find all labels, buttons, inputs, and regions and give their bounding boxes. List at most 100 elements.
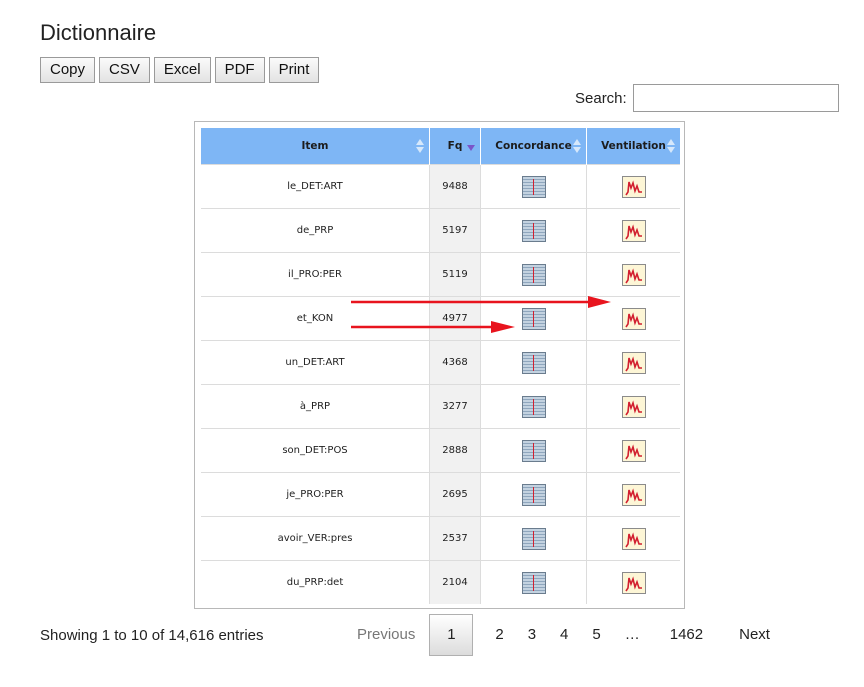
sort-icon (416, 138, 424, 154)
ventilation-cell (586, 296, 680, 341)
ventilation-icon[interactable] (621, 571, 646, 594)
ventilation-icon[interactable] (621, 219, 646, 242)
item-label: il_PRO:PER (288, 269, 342, 280)
next-page-button[interactable]: Next (715, 615, 770, 655)
fq-cell: 4368 (429, 340, 481, 385)
table-row: et_KON 4977 (201, 296, 680, 341)
fq-cell: 3277 (429, 384, 481, 429)
column-header-label: Ventilation (601, 140, 666, 152)
pagination-ellipsis: … (624, 626, 640, 643)
concordance-cell (480, 252, 587, 297)
excel-button[interactable]: Excel (153, 57, 211, 83)
copy-button[interactable]: Copy (40, 57, 96, 83)
concordance-icon[interactable] (521, 219, 546, 242)
ventilation-icon[interactable] (621, 439, 646, 462)
concordance-icon[interactable] (521, 439, 546, 462)
concordance-icon[interactable] (521, 263, 546, 286)
table-row: je_PRO:PER 2695 (201, 472, 680, 517)
fq-value: 5119 (442, 269, 468, 280)
fq-value: 5197 (442, 225, 468, 236)
page-button-last[interactable]: 1462 (658, 615, 715, 655)
ventilation-cell (586, 340, 680, 385)
item-cell: de_PRP (201, 208, 430, 253)
item-label: le_DET:ART (287, 181, 343, 192)
item-cell: je_PRO:PER (201, 472, 430, 517)
fq-value: 2888 (442, 445, 468, 456)
concordance-icon[interactable] (521, 483, 546, 506)
concordance-icon[interactable] (521, 571, 546, 594)
item-cell: un_DET:ART (201, 340, 430, 385)
concordance-icon[interactable] (521, 527, 546, 550)
ventilation-icon[interactable] (621, 527, 646, 550)
header-row: Item Fq Concordance Ventilation (201, 128, 680, 165)
column-header-item[interactable]: Item (201, 128, 430, 165)
ventilation-icon[interactable] (621, 175, 646, 198)
concordance-cell (480, 472, 587, 517)
ventilation-icon[interactable] (621, 263, 646, 286)
concordance-cell (480, 516, 587, 561)
concordance-icon[interactable] (521, 351, 546, 374)
print-button[interactable]: Print (268, 57, 320, 83)
concordance-cell (480, 340, 587, 385)
ventilation-icon[interactable] (621, 351, 646, 374)
fq-value: 4977 (442, 313, 468, 324)
item-cell: du_PRP:det (201, 560, 430, 604)
table-row: du_PRP:det 2104 (201, 560, 680, 604)
page-button-2[interactable]: 2 (483, 615, 515, 655)
fq-value: 2104 (442, 577, 468, 588)
fq-value: 2537 (442, 533, 468, 544)
csv-button[interactable]: CSV (99, 57, 150, 83)
pdf-button[interactable]: PDF (214, 57, 265, 83)
column-header-label: Fq (447, 140, 463, 152)
item-label: du_PRP:det (286, 577, 344, 588)
ventilation-cell (586, 208, 680, 253)
fq-cell: 9488 (429, 164, 481, 209)
column-header-ventilation[interactable]: Ventilation (586, 128, 680, 165)
ventilation-icon[interactable] (621, 307, 646, 330)
item-label: à_PRP (299, 401, 331, 412)
ventilation-cell (586, 428, 680, 473)
ventilation-cell (586, 252, 680, 297)
fq-cell: 2695 (429, 472, 481, 517)
column-header-concordance[interactable]: Concordance (480, 128, 587, 165)
concordance-icon[interactable] (521, 395, 546, 418)
concordance-cell (480, 208, 587, 253)
column-header-fq[interactable]: Fq (429, 128, 481, 165)
ventilation-cell (586, 560, 680, 604)
concordance-icon[interactable] (521, 175, 546, 198)
item-label: avoir_VER:pres (277, 533, 353, 544)
table-row: un_DET:ART 4368 (201, 340, 680, 385)
fq-value: 4368 (442, 357, 468, 368)
concordance-cell (480, 428, 587, 473)
page-button-3[interactable]: 3 (516, 615, 548, 655)
ventilation-cell (586, 472, 680, 517)
page-button-4[interactable]: 4 (548, 615, 580, 655)
sort-desc-icon (467, 138, 475, 154)
ventilation-cell (586, 384, 680, 429)
fq-value: 3277 (442, 401, 468, 412)
item-label: et_KON (296, 313, 334, 324)
table-container: Item Fq Concordance Ventilation le_DET:A… (194, 121, 685, 609)
export-toolbar: Copy CSV Excel PDF Print (40, 57, 320, 83)
concordance-cell (480, 164, 587, 209)
ventilation-icon[interactable] (621, 395, 646, 418)
dictionary-table: Item Fq Concordance Ventilation le_DET:A… (201, 128, 680, 604)
fq-cell: 2104 (429, 560, 481, 604)
concordance-icon[interactable] (521, 307, 546, 330)
fq-cell: 2537 (429, 516, 481, 561)
item-cell: avoir_VER:pres (201, 516, 430, 561)
page-button-1[interactable]: 1 (429, 614, 474, 656)
item-label: de_PRP (296, 225, 334, 236)
table-body: le_DET:ART 9488 de_PRP 5197 il_PRO:PER 5119 et… (201, 164, 680, 604)
table-row: avoir_VER:pres 2537 (201, 516, 680, 561)
ventilation-icon[interactable] (621, 483, 646, 506)
search-input[interactable] (633, 84, 839, 112)
previous-page-button[interactable]: Previous (343, 615, 429, 655)
fq-cell: 5197 (429, 208, 481, 253)
table-info: Showing 1 to 10 of 14,616 entries (40, 627, 264, 644)
concordance-cell (480, 560, 587, 604)
item-cell: à_PRP (201, 384, 430, 429)
fq-cell: 5119 (429, 252, 481, 297)
page-button-5[interactable]: 5 (580, 615, 612, 655)
sort-icon (573, 138, 581, 154)
